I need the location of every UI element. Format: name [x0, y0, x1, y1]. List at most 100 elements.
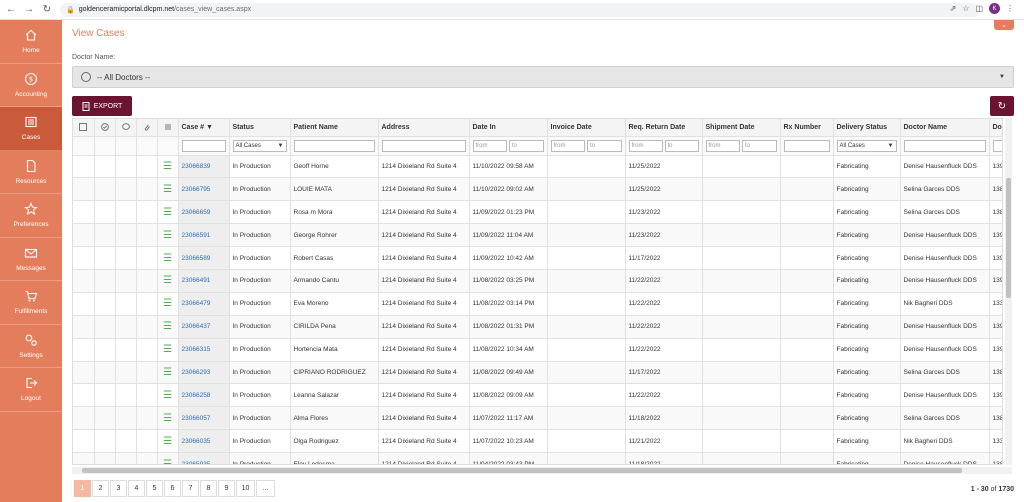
bookmark-star-icon[interactable]: ☆	[962, 4, 969, 13]
row-menu-cell[interactable]: ☰	[157, 155, 179, 179]
page-button[interactable]: 5	[146, 480, 163, 497]
row-menu-icon[interactable]: ☰	[163, 253, 172, 264]
col-header-date-in[interactable]: Date In	[469, 119, 548, 137]
col-header-return-date[interactable]: Req. Return Date	[625, 119, 703, 137]
row-menu-icon[interactable]: ☰	[163, 344, 172, 355]
forward-icon[interactable]: →	[22, 3, 36, 17]
case-number-link[interactable]: 23066315	[178, 338, 230, 362]
row-menu-icon[interactable]: ☰	[163, 161, 172, 172]
row-menu-icon[interactable]: ☰	[163, 230, 172, 241]
row-menu-cell[interactable]: ☰	[157, 406, 179, 431]
sidebar-item-accounting[interactable]: $ Accounting	[0, 64, 62, 107]
refresh-button[interactable]: ↻	[990, 96, 1014, 116]
sidebar-item-preferences[interactable]: Preferences	[0, 194, 62, 238]
row-menu-icon[interactable]: ☰	[163, 459, 172, 464]
shipment-from-input[interactable]: from	[705, 139, 740, 152]
table-row[interactable]: ☰ 23066589 In Production Robert Casas 1214 D…	[73, 246, 1002, 270]
case-number-link[interactable]: 23066589	[178, 246, 230, 270]
invoice-to-input[interactable]: to	[587, 139, 622, 152]
date-in-from-input[interactable]: from	[472, 139, 507, 152]
patient-filter-input[interactable]	[293, 139, 375, 152]
col-header-case[interactable]: Case # ▼	[178, 119, 230, 137]
case-number-link[interactable]: 23066437	[178, 315, 230, 339]
row-menu-icon[interactable]: ☰	[163, 298, 172, 309]
row-menu-icon[interactable]: ☰	[163, 436, 172, 447]
row-checkbox-cell[interactable]	[73, 177, 95, 202]
row-checkbox-cell[interactable]	[73, 383, 95, 408]
scrollbar-thumb[interactable]	[82, 468, 962, 473]
date-in-to-input[interactable]: to	[509, 139, 544, 152]
col-header-doct[interactable]: Doct	[989, 119, 1002, 137]
page-button[interactable]: ...	[256, 480, 275, 497]
row-checkbox-cell[interactable]	[73, 269, 95, 293]
return-from-input[interactable]: from	[628, 139, 663, 152]
case-number-link[interactable]: 23066293	[178, 361, 230, 385]
menu-dots-icon[interactable]: ⋮	[1006, 4, 1014, 13]
status-filter-select[interactable]: All Cases ▼	[232, 139, 287, 152]
table-row[interactable]: ☰ 23066057 In Production Alma Flores 1214 Di…	[73, 406, 1002, 431]
row-menu-cell[interactable]: ☰	[157, 452, 179, 464]
case-number-link[interactable]: 23066035	[178, 429, 230, 454]
col-header-delivery-status[interactable]: Delivery Status	[833, 119, 901, 137]
sidepanel-icon[interactable]: ◫	[975, 4, 983, 13]
case-number-link[interactable]: 23066057	[178, 406, 230, 431]
table-row[interactable]: ☰ 23066591 In Production George Rohrer 1214 …	[73, 223, 1002, 248]
page-button[interactable]: 10	[236, 480, 255, 497]
row-menu-cell[interactable]: ☰	[157, 315, 179, 339]
address-bar[interactable]: 🔒 goldenceramicportal.dlcpm.net/cases_vi…	[60, 2, 980, 17]
row-menu-cell[interactable]: ☰	[157, 361, 179, 385]
table-row[interactable]: ☰ 23066795 In Production LOUIE MATA 1214 Dix…	[73, 177, 1002, 202]
table-row[interactable]: ☰ 23066315 In Production Hortencia Mata 1214…	[73, 338, 1002, 362]
page-button[interactable]: 8	[200, 480, 217, 497]
case-number-link[interactable]: 23066258	[178, 383, 230, 408]
share-icon[interactable]: ⇗	[950, 4, 957, 13]
case-number-link[interactable]: 23066491	[178, 269, 230, 293]
vertical-scrollbar[interactable]	[1005, 118, 1012, 465]
col-header-patient[interactable]: Patient Name	[290, 119, 379, 137]
row-menu-cell[interactable]: ☰	[157, 338, 179, 362]
avatar[interactable]: K	[989, 3, 1000, 14]
sidebar-item-home[interactable]: Home	[0, 20, 62, 64]
case-number-link[interactable]: 23066795	[178, 177, 230, 202]
row-checkbox-cell[interactable]	[73, 452, 95, 464]
page-button[interactable]: 2	[92, 480, 109, 497]
doct-filter-input[interactable]	[992, 139, 1002, 152]
row-checkbox-cell[interactable]	[73, 361, 95, 385]
row-menu-icon[interactable]: ☰	[163, 390, 172, 401]
row-menu-cell[interactable]: ☰	[157, 246, 179, 270]
sidebar-item-logout[interactable]: Logout	[0, 368, 62, 412]
sidebar-item-fulfillments[interactable]: Fulfillments	[0, 281, 62, 325]
invoice-from-input[interactable]: from	[550, 139, 585, 152]
case-number-link[interactable]: 23066591	[178, 223, 230, 248]
col-header-doctor-name[interactable]: Doctor Name	[900, 119, 990, 137]
table-row[interactable]: ☰ 23066479 In Production Eva Moreno 1214 Dix…	[73, 292, 1002, 316]
export-button[interactable]: EXPORT	[72, 96, 132, 116]
sidebar-item-cases[interactable]: Cases	[0, 107, 62, 151]
row-checkbox-cell[interactable]	[73, 406, 95, 431]
col-header-status[interactable]: Status	[229, 119, 291, 137]
row-checkbox-cell[interactable]	[73, 429, 95, 454]
page-button[interactable]: 4	[128, 480, 145, 497]
sidebar-item-settings[interactable]: Settings	[0, 325, 62, 368]
row-menu-icon[interactable]: ☰	[163, 367, 172, 378]
scrollbar-thumb[interactable]	[1006, 178, 1011, 298]
table-row[interactable]: ☰ 23065935 In Production Eloy Ledesma 1214 D…	[73, 452, 1002, 464]
table-row[interactable]: ☰ 23066491 In Production Armando Cantu 1214 …	[73, 269, 1002, 293]
doctor-select[interactable]: -- All Doctors -- ▼	[72, 66, 1014, 88]
sidebar-item-messages[interactable]: Messages	[0, 238, 62, 281]
page-button[interactable]: 6	[164, 480, 181, 497]
reload-icon[interactable]: ↻	[40, 3, 54, 17]
row-menu-icon[interactable]: ☰	[163, 207, 172, 218]
row-menu-icon[interactable]: ☰	[163, 321, 172, 332]
row-checkbox-cell[interactable]	[73, 223, 95, 248]
row-checkbox-cell[interactable]	[73, 338, 95, 362]
col-header-invoice-date[interactable]: Invoice Date	[547, 119, 626, 137]
col-header-rx-number[interactable]: Rx Number	[780, 119, 834, 137]
row-menu-cell[interactable]: ☰	[157, 383, 179, 408]
case-filter-input[interactable]	[181, 139, 226, 152]
page-button[interactable]: 7	[182, 480, 199, 497]
case-number-link[interactable]: 23066839	[178, 155, 230, 179]
address-filter-input[interactable]	[381, 139, 466, 152]
row-menu-cell[interactable]: ☰	[157, 223, 179, 248]
page-button[interactable]: 9	[218, 480, 235, 497]
